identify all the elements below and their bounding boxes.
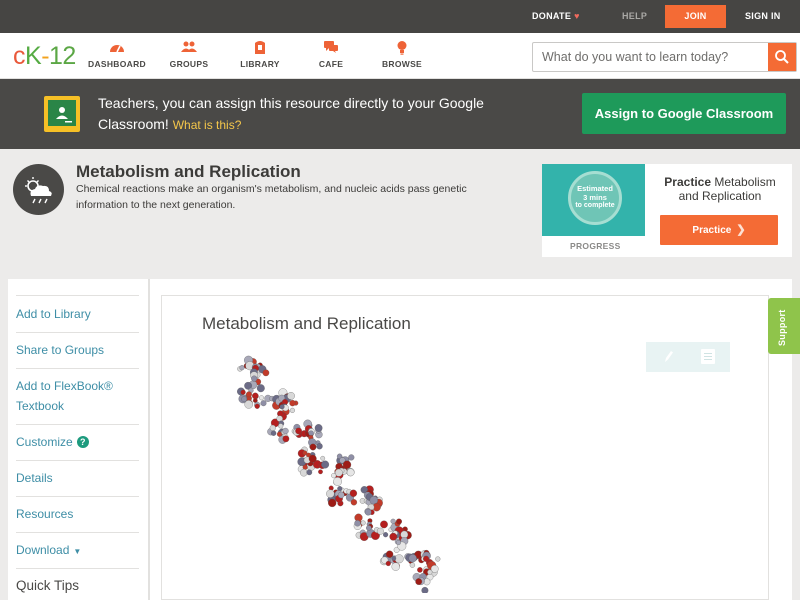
assign-google-classroom-button[interactable]: Assign to Google Classroom	[582, 93, 786, 134]
library-icon	[225, 40, 295, 56]
google-classroom-icon	[44, 96, 80, 132]
search-box	[532, 42, 797, 72]
practice-title: Practice Metabolism and Replication	[664, 175, 776, 203]
main-nav: cK-12 DASHBOARD GROUPS LIBRARY CAFE BROW…	[0, 33, 800, 79]
dashboard-icon	[82, 40, 152, 56]
browse-icon	[367, 40, 437, 56]
practice-image[interactable]: Estimated 3 mins to complete	[542, 164, 645, 236]
page-title: Metabolism and Replication	[76, 162, 301, 181]
weather-icon	[13, 164, 64, 215]
quick-tips-heading: Quick Tips	[16, 568, 139, 600]
content-tools	[646, 342, 730, 372]
sidebar-item-share-to-groups[interactable]: Share to Groups	[16, 332, 139, 368]
search-button[interactable]	[768, 43, 796, 71]
nav-dashboard[interactable]: DASHBOARD	[82, 40, 152, 69]
content-title: Metabolism and Replication	[202, 314, 411, 333]
practice-button[interactable]: Practice ❯	[660, 215, 778, 245]
sidebar-item-details[interactable]: Details	[16, 460, 139, 496]
donate-link[interactable]: DONATE ♥	[532, 0, 580, 33]
sidebar-item-resources[interactable]: Resources	[16, 496, 139, 532]
search-input[interactable]	[533, 43, 769, 71]
join-button[interactable]: JOIN	[665, 5, 726, 28]
sidebar-item-download[interactable]: Download ▼	[16, 532, 139, 568]
topic-description: Chemical reactions make an organism's me…	[76, 183, 467, 211]
nav-groups[interactable]: GROUPS	[154, 40, 224, 69]
practice-card: Estimated 3 mins to complete PROGRESS Pr…	[542, 164, 792, 257]
google-classroom-text: Teachers, you can assign this resource d…	[98, 93, 518, 136]
heart-icon: ♥	[574, 11, 580, 21]
pencil-icon[interactable]	[662, 350, 674, 369]
support-tab[interactable]: Support	[768, 298, 800, 354]
nav-cafe[interactable]: CAFE	[296, 40, 366, 69]
sign-in-link[interactable]: SIGN IN	[745, 0, 781, 33]
banner-message: Teachers, you can assign this resource d…	[98, 95, 484, 132]
nav-browse[interactable]: BROWSE	[367, 40, 437, 69]
sidebar-item-add-to-library[interactable]: Add to Library	[16, 295, 139, 332]
caret-down-icon: ▼	[73, 547, 82, 556]
groups-icon	[154, 40, 224, 56]
estimated-time-badge: Estimated 3 mins to complete	[568, 171, 622, 225]
sidebar: Add to Library Share to Groups Add to Fl…	[8, 279, 150, 600]
what-is-this-link[interactable]: What is this?	[173, 118, 242, 132]
help-icon[interactable]: ?	[76, 436, 89, 448]
chevron-right-icon: ❯	[736, 224, 746, 236]
sidebar-item-customize[interactable]: Customize?	[16, 424, 139, 460]
donate-label: DONATE	[532, 11, 572, 21]
top-bar: DONATE ♥ HELP JOIN SIGN IN	[0, 0, 800, 33]
help-link[interactable]: HELP	[622, 0, 647, 33]
notes-icon[interactable]	[701, 349, 715, 364]
sidebar-item-add-to-flexbook[interactable]: Add to FlexBook® Textbook	[16, 368, 139, 424]
ck12-logo[interactable]: cK-12	[13, 43, 76, 69]
search-icon	[775, 50, 789, 64]
nav-library[interactable]: LIBRARY	[225, 40, 295, 69]
dna-molecule-image	[215, 353, 455, 594]
progress-label: PROGRESS	[570, 241, 621, 251]
cafe-icon	[296, 40, 366, 56]
